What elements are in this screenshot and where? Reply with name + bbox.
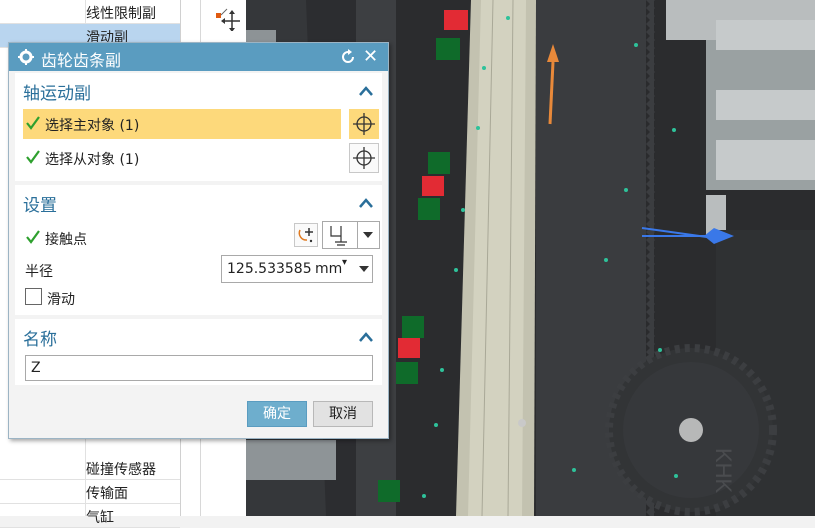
radius-label: 半径	[25, 264, 53, 280]
check-icon	[26, 150, 40, 164]
radius-unit[interactable]: mm	[315, 261, 342, 277]
svg-text:KHK: KHK	[711, 448, 736, 494]
select-master-row[interactable]: 选择主对象 (1)	[23, 109, 341, 139]
section-header: 名称	[23, 330, 57, 350]
collapse-icon[interactable]	[358, 331, 374, 343]
select-master-button[interactable]	[349, 109, 379, 139]
point-type-dropdown[interactable]	[322, 221, 380, 249]
unit-arrow-icon[interactable]: ▾	[342, 257, 347, 268]
name-value: Z	[31, 360, 41, 376]
list-item-label: 线性限制副	[86, 6, 156, 22]
gear-rack-dialog: 齿轮齿条副 ✕ 轴运动副 选择主对象 (1) 选择从对象 (1) 设置 接触点	[8, 42, 389, 439]
list-item[interactable]: 碰撞传感器	[0, 456, 180, 480]
collapse-icon[interactable]	[358, 85, 374, 97]
axis-motion-section: 轴运动副 选择主对象 (1) 选择从对象 (1)	[15, 73, 382, 181]
check-icon	[26, 230, 40, 244]
check-icon	[26, 116, 40, 130]
select-slave-button[interactable]	[349, 143, 379, 173]
close-icon[interactable]: ✕	[363, 46, 378, 68]
gear-icon	[18, 49, 34, 65]
radius-value: 125.533585	[227, 261, 312, 277]
sliding-checkbox[interactable]	[25, 288, 42, 305]
select-slave-row[interactable]: 选择从对象 (1)	[23, 143, 341, 173]
crosshair-icon	[353, 113, 375, 135]
dropdown-icon[interactable]	[359, 266, 369, 272]
section-header: 设置	[23, 196, 57, 216]
list-item[interactable]: 气缸	[0, 504, 180, 528]
list-item[interactable]: 线性限制副	[0, 0, 180, 24]
dialog-title: 齿轮齿条副	[41, 51, 122, 70]
list-item-label: 碰撞传感器	[86, 462, 156, 478]
sliding-label: 滑动	[47, 292, 75, 308]
select-slave-label: 选择从对象 (1)	[45, 152, 140, 168]
crosshair-icon	[353, 147, 375, 169]
cancel-button[interactable]: 取消	[313, 401, 373, 427]
settings-section: 设置 接触点 半径 125.533585 mm ▾ 滑动	[15, 185, 382, 315]
list-item-label: 传输面	[86, 486, 128, 502]
point-icon	[298, 228, 313, 243]
radius-field[interactable]: 125.533585 mm ▾	[221, 255, 373, 283]
contact-point-label: 接触点	[45, 232, 87, 248]
ok-button[interactable]: 确定	[247, 401, 307, 427]
select-master-label: 选择主对象 (1)	[45, 118, 140, 134]
list-item[interactable]: 传输面	[0, 480, 180, 504]
dialog-title-bar[interactable]: 齿轮齿条副 ✕	[9, 43, 388, 71]
move-handle-icon[interactable]	[214, 5, 240, 31]
list-item-label: 气缸	[86, 510, 114, 526]
reset-icon[interactable]	[339, 48, 357, 66]
point-dialog-button[interactable]	[294, 223, 318, 247]
name-section: 名称 Z	[15, 319, 382, 385]
point-type-icon	[330, 226, 347, 246]
name-input[interactable]: Z	[25, 355, 373, 381]
collapse-icon[interactable]	[358, 197, 374, 209]
dropdown-icon	[363, 232, 373, 238]
section-header: 轴运动副	[23, 84, 91, 104]
